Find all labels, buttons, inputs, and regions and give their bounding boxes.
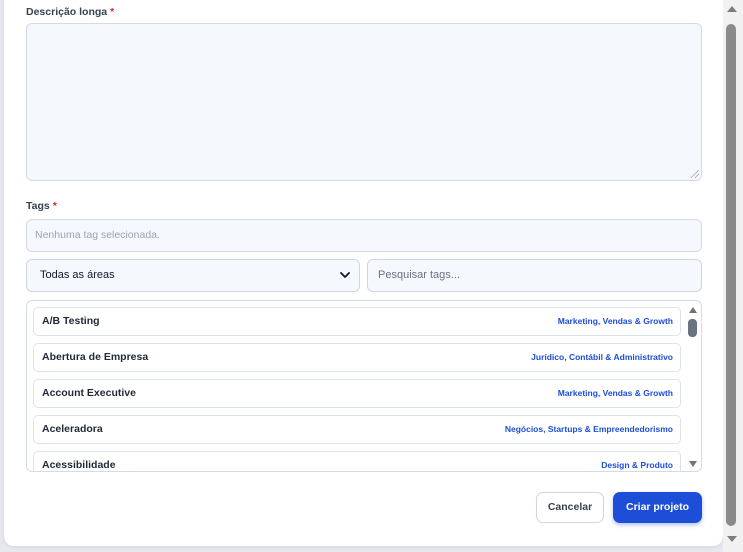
tags-label-text: Tags — [26, 200, 50, 212]
scroll-up-icon[interactable] — [689, 307, 697, 313]
tag-category: Jurídico, Contábil & Administrativo — [531, 352, 673, 362]
tag-name: Account Executive — [42, 387, 136, 399]
description-textarea[interactable] — [26, 23, 702, 181]
tag-name: A/B Testing — [42, 315, 100, 327]
tag-list-item[interactable]: Acessibilidade Design & Produto — [33, 451, 681, 471]
tags-label: Tags * — [26, 200, 57, 212]
tag-list-item[interactable]: A/B Testing Marketing, Vendas & Growth — [33, 307, 681, 336]
scroll-down-icon[interactable] — [689, 461, 697, 467]
scroll-up-icon[interactable] — [727, 6, 737, 12]
tag-search-input[interactable]: Pesquisar tags... — [367, 259, 702, 292]
area-filter-select[interactable]: Todas as áreas — [26, 259, 360, 292]
selected-tags-box[interactable]: Nenhuma tag selecionada. — [26, 219, 702, 252]
tag-list: A/B Testing Marketing, Vendas & Growth A… — [26, 300, 702, 472]
tag-name: Abertura de Empresa — [42, 351, 149, 363]
tag-category: Design & Produto — [601, 460, 673, 470]
tag-category: Marketing, Vendas & Growth — [557, 316, 673, 326]
tag-list-item[interactable]: Abertura de Empresa Jurídico, Contábil &… — [33, 343, 681, 372]
tag-name: Aceleradora — [42, 423, 103, 435]
description-label-text: Descrição longa — [26, 6, 108, 18]
chevron-down-icon — [340, 272, 350, 278]
selected-tags-placeholder: Nenhuma tag selecionada. — [35, 229, 160, 241]
tag-search-placeholder: Pesquisar tags... — [378, 269, 460, 281]
page-scrollbar[interactable] — [723, 0, 743, 552]
tag-list-item[interactable]: Account Executive Marketing, Vendas & Gr… — [33, 379, 681, 408]
scroll-thumb[interactable] — [726, 24, 736, 526]
tag-category: Marketing, Vendas & Growth — [557, 388, 673, 398]
tag-name: Acessibilidade — [42, 459, 116, 471]
area-filter-value: Todas as áreas — [40, 269, 115, 281]
create-project-modal: Descrição longa * Tags * Nenhuma tag selec… — [4, 0, 723, 546]
tag-category: Negócios, Startups & Empreendedorismo — [504, 424, 673, 434]
required-mark: * — [52, 200, 57, 212]
description-label: Descrição longa * — [26, 6, 114, 18]
tag-list-scrollbar[interactable] — [687, 303, 699, 469]
scroll-down-icon[interactable] — [727, 536, 737, 542]
resize-grip-icon[interactable] — [691, 170, 699, 178]
create-project-button[interactable]: Criar projeto — [613, 492, 702, 523]
scroll-thumb[interactable] — [688, 319, 697, 337]
required-mark: * — [110, 6, 115, 18]
cancel-button[interactable]: Cancelar — [536, 492, 604, 523]
tag-list-item[interactable]: Aceleradora Negócios, Startups & Empreen… — [33, 415, 681, 444]
